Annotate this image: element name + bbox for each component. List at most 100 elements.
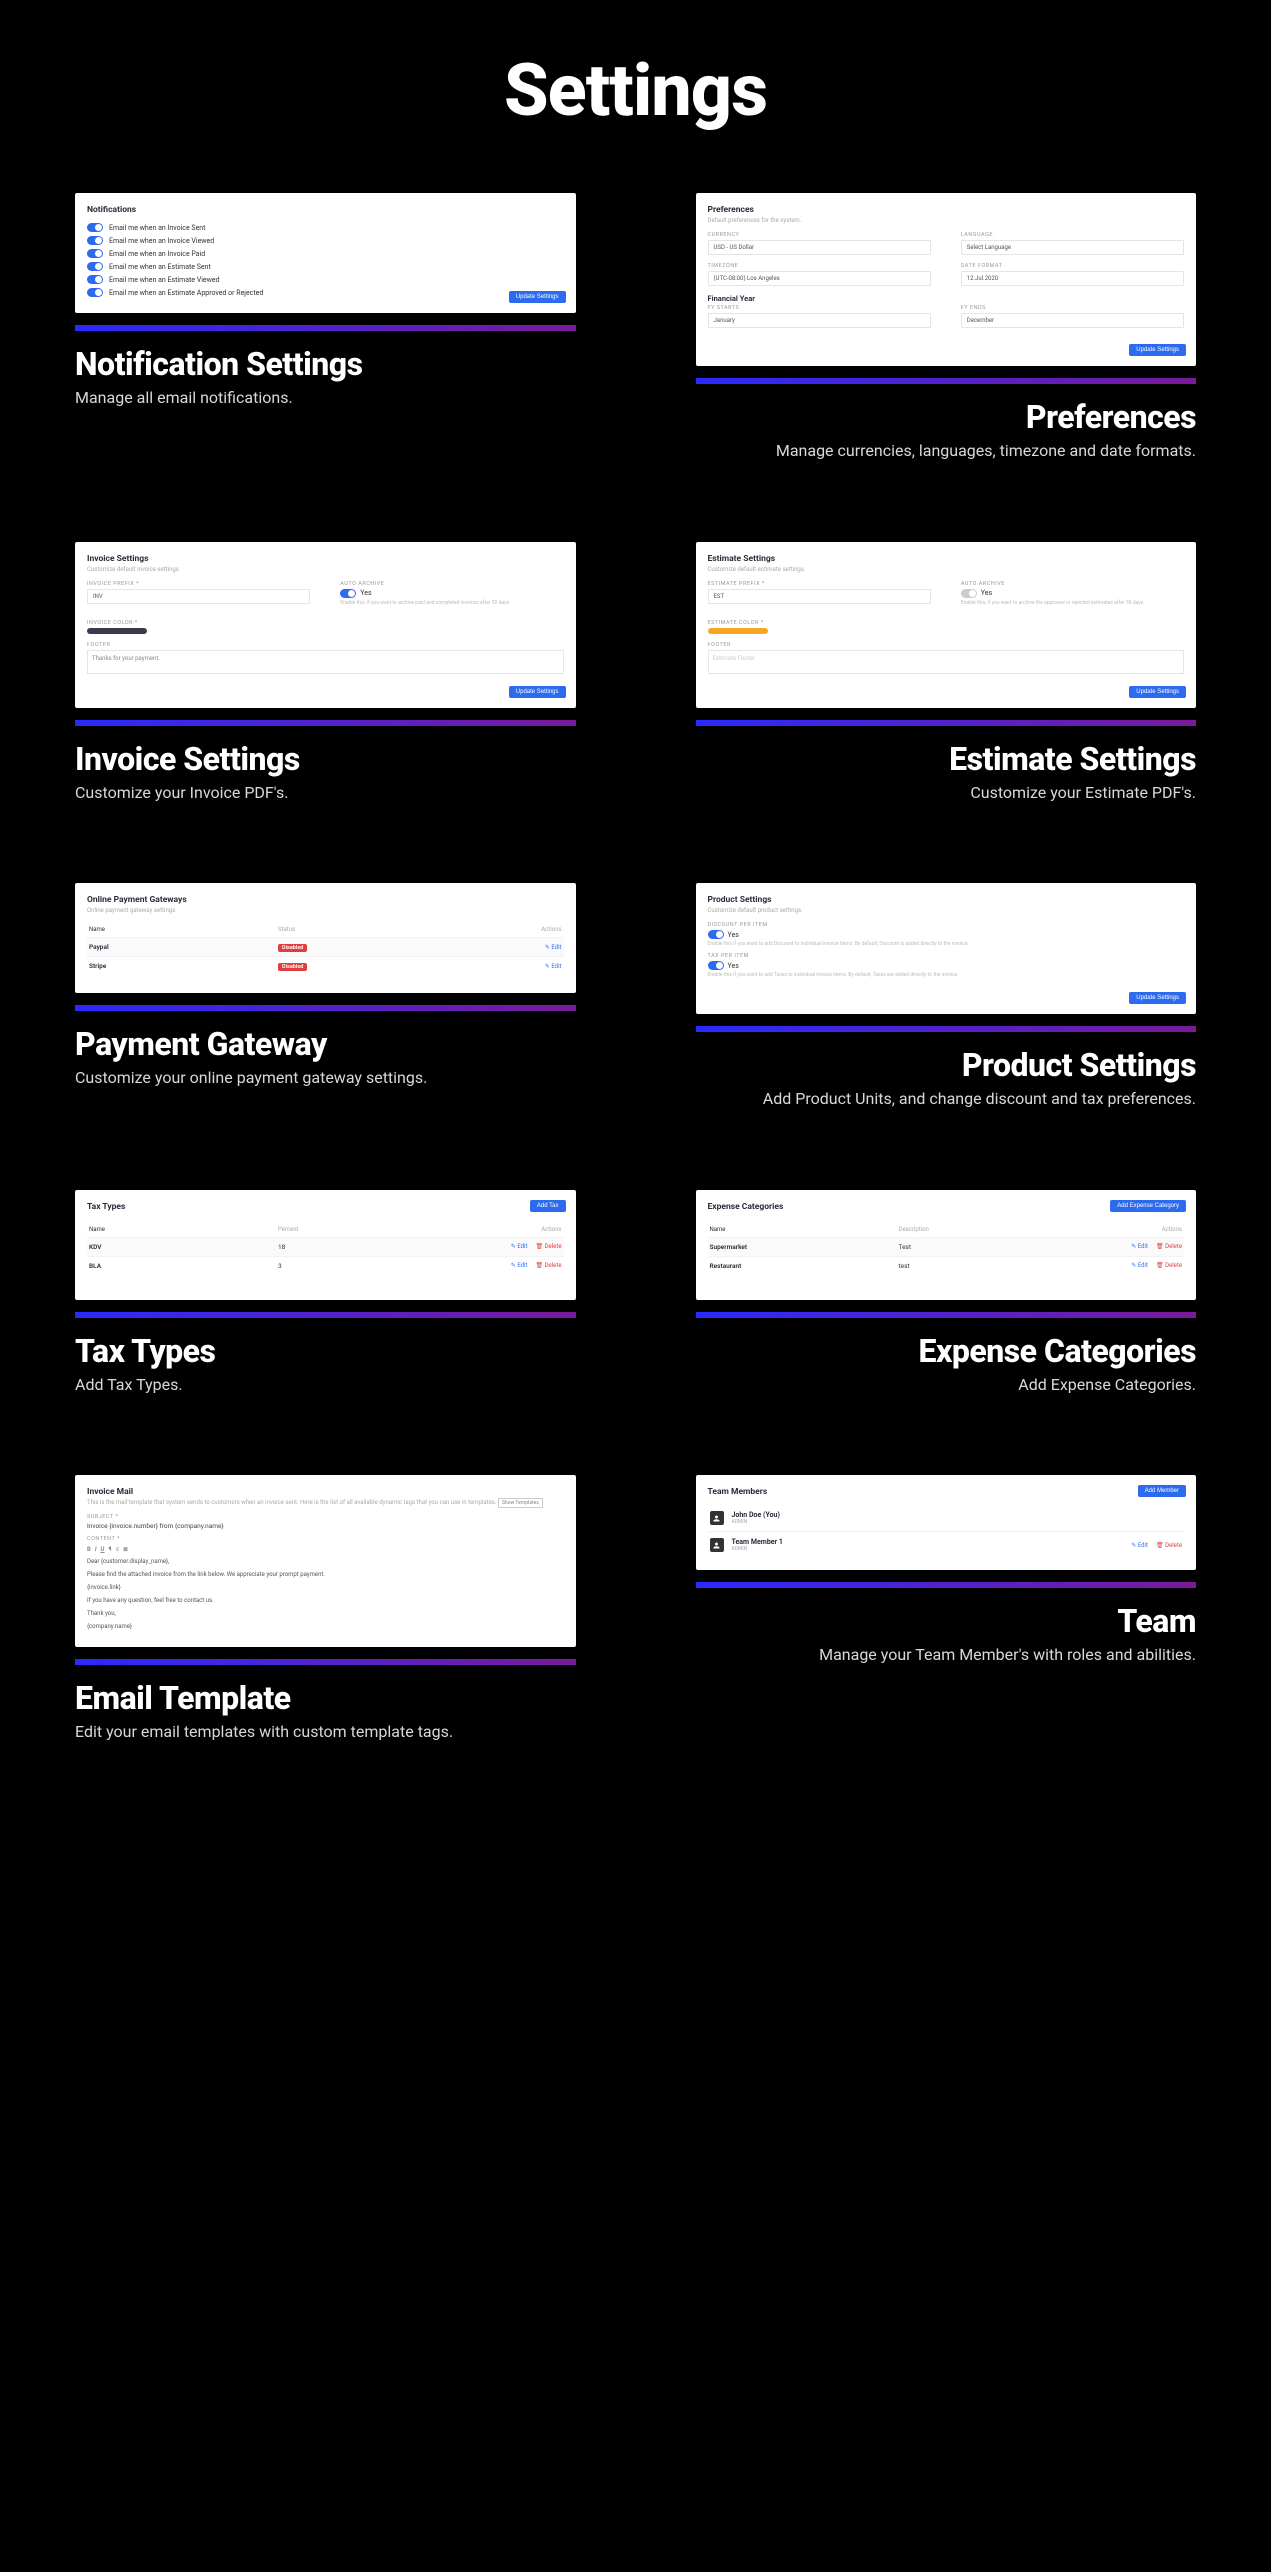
prefix-input[interactable]: INV — [87, 589, 310, 604]
table-row: BLA 3 ✎ Edit🗑 Delete — [87, 1256, 564, 1275]
delete-button[interactable]: 🗑 Delete — [1156, 1243, 1182, 1250]
toggle-text: Yes — [981, 589, 992, 597]
toggle-icon[interactable] — [87, 249, 103, 258]
add-member-button[interactable]: Add Member — [1138, 1485, 1186, 1497]
delete-button[interactable]: 🗑 Delete — [1156, 1262, 1182, 1269]
rte-toolbar[interactable]: BIU ¶≡ ≣ — [87, 1546, 564, 1553]
card-desc: Customize your Estimate PDF's. — [696, 782, 1197, 804]
update-button[interactable]: Update Settings — [1129, 686, 1186, 698]
toggle-text: Yes — [360, 589, 371, 597]
add-tax-button[interactable]: Add Tax — [530, 1200, 566, 1212]
dateformat-select[interactable]: 12.Jul.2020 — [961, 271, 1184, 286]
toggle-label: Email me when an Invoice Paid — [109, 250, 205, 258]
color-picker[interactable] — [708, 628, 768, 634]
timezone-select[interactable]: (UTC-08:00) Los Angeles — [708, 271, 931, 286]
divider — [75, 1312, 576, 1318]
card-estimate: Estimate Settings Customize default esti… — [696, 542, 1197, 804]
label: ESTIMATE COLOR * — [708, 620, 1185, 626]
card-gateway: Online Payment Gateways Online payment g… — [75, 883, 576, 1110]
delete-button[interactable]: 🗑 Delete — [535, 1262, 561, 1269]
fyend-select[interactable]: December — [961, 313, 1184, 328]
member-role: ADMIN — [732, 1546, 783, 1552]
toggle-text: Yes — [728, 931, 739, 939]
member-row: Team Member 1ADMIN ✎ Edit 🗑 Delete — [708, 1531, 1185, 1558]
ol-icon[interactable]: ≣ — [123, 1546, 128, 1553]
list-icon[interactable]: ≡ — [115, 1546, 119, 1553]
divider — [75, 720, 576, 726]
currency-select[interactable]: USD - US Dollar — [708, 240, 931, 255]
edit-button[interactable]: ✎ Edit — [511, 1243, 528, 1250]
edit-button[interactable]: ✎ Edit — [545, 944, 562, 951]
member-row: John Doe (You)ADMIN — [708, 1505, 1185, 1531]
divider — [75, 1659, 576, 1665]
language-select[interactable]: Select Language — [961, 240, 1184, 255]
card-desc: Edit your email templates with custom te… — [75, 1721, 576, 1743]
color-picker[interactable] — [87, 628, 147, 634]
fy-heading: Financial Year — [708, 294, 1185, 303]
heading: Online Payment Gateways — [87, 895, 564, 905]
edit-button[interactable]: ✎ Edit — [1131, 1542, 1148, 1549]
quote-icon[interactable]: ¶ — [109, 1546, 112, 1553]
toggle-icon[interactable] — [87, 288, 103, 297]
preview-notifications: Notifications Email me when an Invoice S… — [75, 193, 576, 313]
toggle-icon[interactable] — [87, 262, 103, 271]
card-desc: Customize your Invoice PDF's. — [75, 782, 576, 804]
member-name: Team Member 1 — [732, 1538, 783, 1546]
underline-icon[interactable]: U — [101, 1546, 105, 1553]
archive-note: Enable this, if you want to archive the … — [961, 600, 1184, 606]
footer-input[interactable]: Estimate Footer — [708, 650, 1185, 674]
label: INVOICE PREFIX * — [87, 581, 310, 587]
toggle-icon[interactable] — [87, 275, 103, 284]
update-button[interactable]: Update Settings — [509, 291, 566, 303]
subheading: Default preferences for the system. — [708, 217, 1185, 224]
label: TIMEZONE — [708, 263, 931, 269]
edit-button[interactable]: ✎ Edit — [545, 963, 562, 970]
heading: Tax Types — [87, 1202, 564, 1212]
divider — [75, 1005, 576, 1011]
col: Name — [710, 1226, 899, 1233]
member-name: John Doe (You) — [732, 1511, 780, 1519]
heading: Team Members — [708, 1487, 1185, 1497]
preview-product: Product Settings Customize default produ… — [696, 883, 1197, 1014]
exp-name: Restaurant — [710, 1262, 899, 1270]
update-button[interactable]: Update Settings — [1129, 992, 1186, 1004]
bold-icon[interactable]: B — [87, 1546, 91, 1553]
content-editor[interactable]: Dear {customer.display_name}, Please fin… — [87, 1557, 564, 1631]
italic-icon[interactable]: I — [95, 1546, 97, 1553]
edit-button[interactable]: ✎ Edit — [1131, 1243, 1148, 1250]
col: Actions — [436, 1226, 562, 1233]
card-title: Estimate Settings — [696, 740, 1197, 778]
subheading: Customize default product settings. — [708, 907, 1185, 914]
show-templates-button[interactable]: Show Templates — [498, 1498, 543, 1508]
toggle-icon[interactable] — [87, 236, 103, 245]
card-product: Product Settings Customize default produ… — [696, 883, 1197, 1110]
delete-button[interactable]: 🗑 Delete — [535, 1243, 561, 1250]
toggle-icon[interactable] — [961, 589, 977, 598]
footer-input[interactable]: Thanks for your payment. — [87, 650, 564, 674]
subheading: Customize default invoice settings — [87, 566, 564, 573]
toggle-label: Email me when an Estimate Approved or Re… — [109, 289, 263, 297]
card-desc: Manage all email notifications. — [75, 387, 576, 409]
edit-button[interactable]: ✎ Edit — [511, 1262, 528, 1269]
card-mail: Invoice Mail This is the mail template t… — [75, 1475, 576, 1743]
fystart-select[interactable]: January — [708, 313, 931, 328]
card-title: Tax Types — [75, 1332, 576, 1370]
subject-input[interactable]: Invoice {invoice.number} from {company.n… — [87, 1522, 564, 1530]
divider — [696, 720, 1197, 726]
update-button[interactable]: Update Settings — [509, 686, 566, 698]
toggle-icon[interactable] — [340, 589, 356, 598]
label: DATE FORMAT — [961, 263, 1184, 269]
toggle-label: Email me when an Estimate Sent — [109, 263, 211, 271]
label: DISCOUNT PER ITEM — [708, 922, 1185, 928]
prefix-input[interactable]: EST — [708, 589, 931, 604]
add-expense-button[interactable]: Add Expense Category — [1110, 1200, 1186, 1212]
toggle-icon[interactable] — [87, 223, 103, 232]
label: INVOICE COLOR * — [87, 620, 564, 626]
preview-estimate: Estimate Settings Customize default esti… — [696, 542, 1197, 708]
edit-button[interactable]: ✎ Edit — [1131, 1262, 1148, 1269]
toggle-icon[interactable] — [708, 930, 724, 939]
delete-button[interactable]: 🗑 Delete — [1156, 1542, 1182, 1549]
toggle-icon[interactable] — [708, 961, 724, 970]
update-button[interactable]: Update Settings — [1129, 344, 1186, 356]
avatar-icon — [710, 1538, 724, 1552]
